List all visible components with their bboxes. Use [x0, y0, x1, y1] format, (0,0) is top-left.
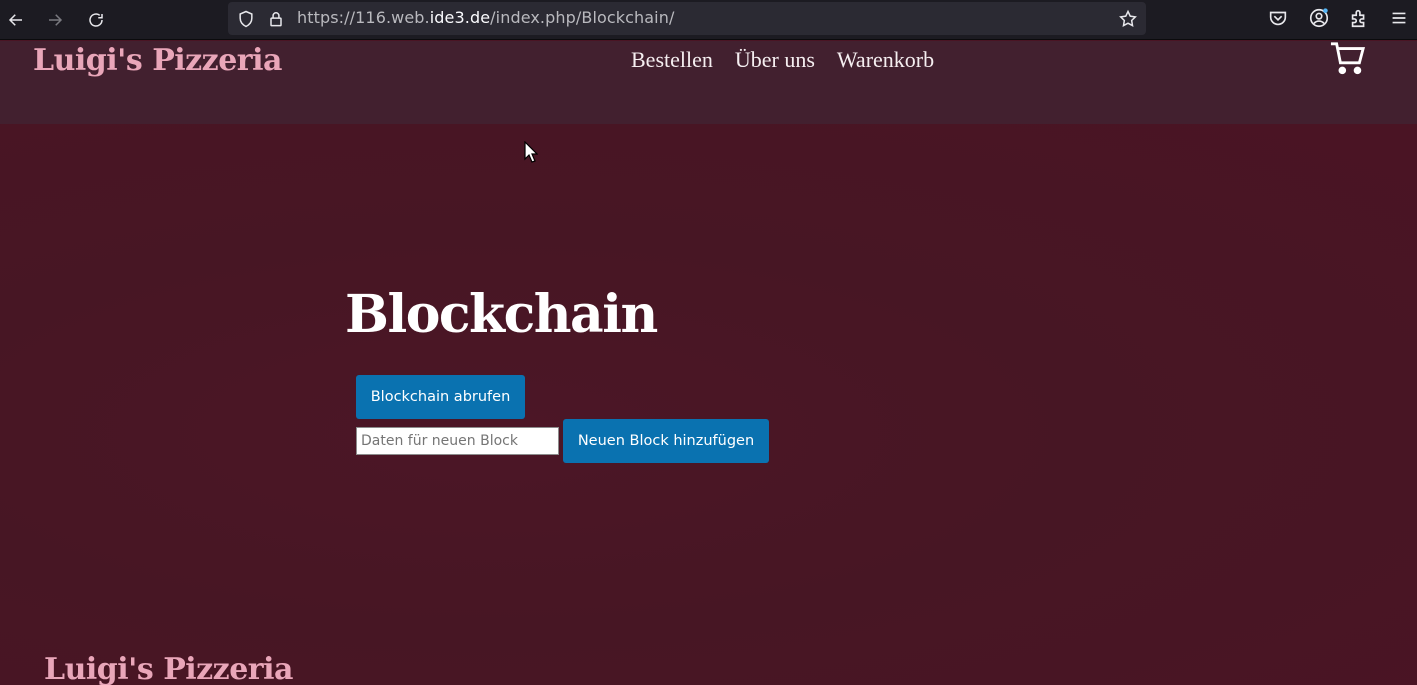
shield-icon[interactable]	[236, 9, 256, 29]
page-title: Blockchain	[345, 284, 658, 345]
pocket-icon[interactable]	[1267, 7, 1289, 29]
reload-button[interactable]	[82, 6, 110, 34]
menu-icon[interactable]	[1388, 7, 1410, 29]
url-prefix: https://116.web.	[297, 8, 430, 27]
url-text[interactable]: https://116.web.ide3.de/index.php/Blockc…	[297, 8, 674, 27]
mouse-cursor-icon	[524, 141, 538, 163]
account-icon[interactable]	[1308, 7, 1330, 29]
main-nav: Bestellen Über uns Warenkorb	[631, 47, 934, 73]
browser-toolbar: https://116.web.ide3.de/index.php/Blockc…	[0, 0, 1417, 40]
cart-button[interactable]	[1329, 41, 1369, 77]
forward-button[interactable]	[41, 6, 69, 34]
site-brand[interactable]: Luigi's Pizzeria	[33, 43, 282, 78]
add-block-button[interactable]: Neuen Block hinzufügen	[563, 419, 769, 463]
lock-icon[interactable]	[266, 9, 286, 29]
site-header: Luigi's Pizzeria Bestellen Über uns Ware…	[0, 41, 1417, 124]
extensions-icon[interactable]	[1348, 7, 1370, 29]
nav-ueber-uns[interactable]: Über uns	[735, 47, 815, 73]
main-content: Blockchain Blockchain abrufen Neuen Bloc…	[0, 124, 1417, 685]
cart-icon	[1330, 42, 1366, 75]
footer-brand: Luigi's Pizzeria	[44, 652, 293, 685]
nav-bestellen[interactable]: Bestellen	[631, 47, 713, 73]
url-host: ide3.de	[429, 8, 491, 27]
star-icon[interactable]	[1118, 9, 1138, 29]
address-bar[interactable]: https://116.web.ide3.de/index.php/Blockc…	[228, 2, 1146, 35]
reload-icon	[89, 13, 103, 27]
nav-warenkorb[interactable]: Warenkorb	[837, 47, 934, 73]
back-button[interactable]	[2, 6, 30, 34]
back-icon	[8, 14, 22, 26]
url-path: /index.php/Blockchain/	[490, 8, 675, 27]
block-data-input[interactable]	[356, 427, 559, 455]
fetch-blockchain-button[interactable]: Blockchain abrufen	[356, 375, 525, 419]
forward-icon	[49, 14, 63, 26]
